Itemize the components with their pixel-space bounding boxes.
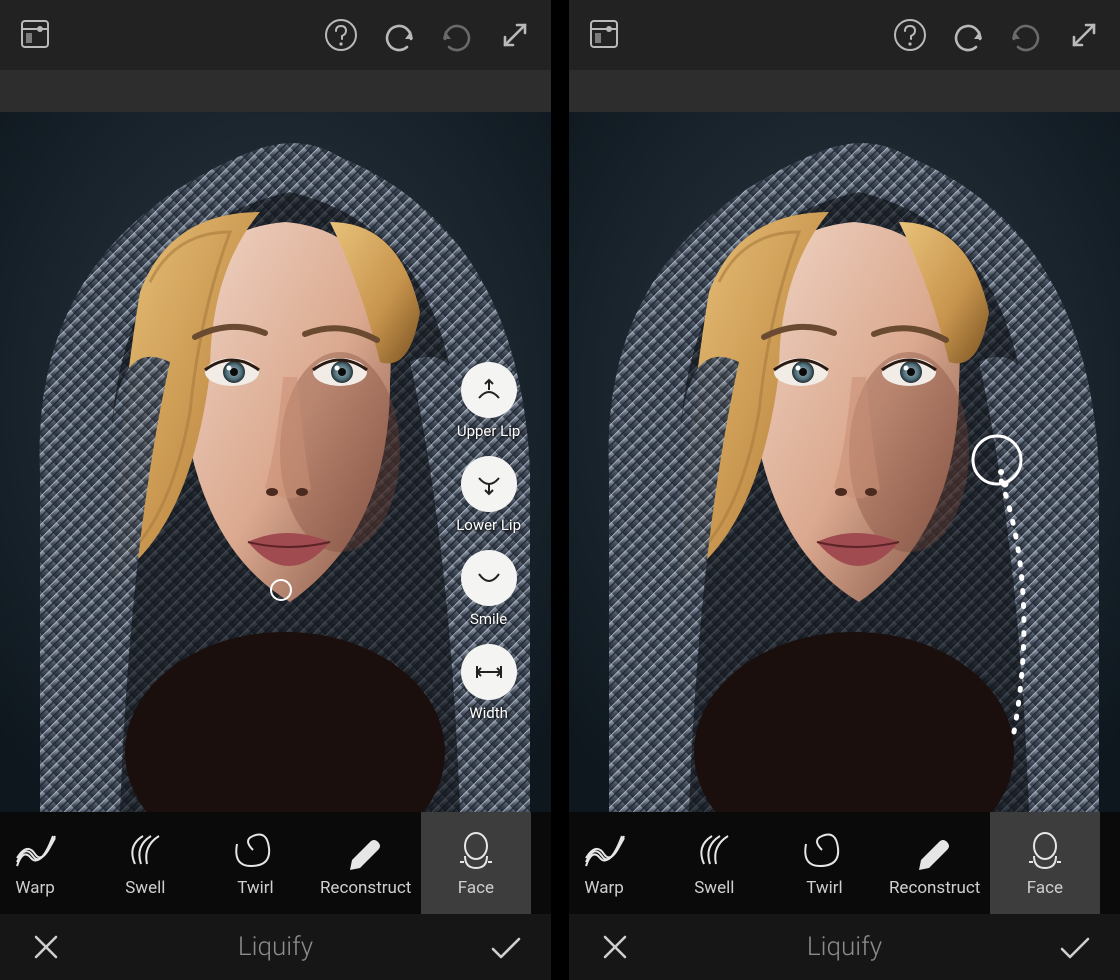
tool-label: Face <box>458 878 494 898</box>
tool-label: Reconstruct <box>889 878 980 898</box>
twirl-icon <box>802 828 846 872</box>
twirl-icon <box>233 828 277 872</box>
expand-icon[interactable] <box>1066 17 1102 53</box>
face-lip-flyout: Upper Lip Lower Lip Smile Width <box>456 362 521 722</box>
reconstruct-icon <box>344 828 388 872</box>
flyout-label: Lower Lip <box>456 516 521 534</box>
flyout-lower-lip[interactable]: Lower Lip <box>456 456 521 534</box>
upper-lip-icon <box>461 362 517 418</box>
confirm-icon[interactable] <box>1056 929 1092 965</box>
secondary-toolbar <box>0 70 551 112</box>
gesture-trail-icon <box>569 112 1120 812</box>
top-toolbar <box>569 0 1120 70</box>
tool-face[interactable]: Face <box>990 812 1100 914</box>
tool-warp[interactable]: Warp <box>0 812 90 914</box>
confirm-icon[interactable] <box>487 929 523 965</box>
flyout-label: Upper Lip <box>457 422 520 440</box>
redo-icon[interactable] <box>1008 17 1044 53</box>
redo-icon[interactable] <box>439 17 475 53</box>
face-icon <box>1023 828 1067 872</box>
tool-swell[interactable]: Swell <box>90 812 200 914</box>
undo-icon[interactable] <box>381 17 417 53</box>
swell-icon <box>123 828 167 872</box>
cancel-icon[interactable] <box>597 929 633 965</box>
width-icon <box>461 644 517 700</box>
warp-icon <box>582 828 626 872</box>
flyout-smile[interactable]: Smile <box>461 550 517 628</box>
help-icon[interactable] <box>323 17 359 53</box>
bottom-action-bar: Liquify <box>569 914 1120 980</box>
face-icon <box>454 828 498 872</box>
bottom-action-bar: Liquify <box>0 914 551 980</box>
tool-label: Reconstruct <box>320 878 411 898</box>
tool-face[interactable]: Face <box>421 812 531 914</box>
lower-lip-icon <box>461 456 517 512</box>
tool-warp[interactable]: Warp <box>569 812 659 914</box>
tool-reconstruct[interactable]: Reconstruct <box>311 812 421 914</box>
expand-icon[interactable] <box>497 17 533 53</box>
image-canvas[interactable] <box>569 112 1120 812</box>
help-icon[interactable] <box>892 17 928 53</box>
tool-label: Swell <box>125 878 165 898</box>
cancel-icon[interactable] <box>28 929 64 965</box>
tool-reconstruct[interactable]: Reconstruct <box>880 812 990 914</box>
top-toolbar <box>0 0 551 70</box>
tool-twirl[interactable]: Twirl <box>200 812 310 914</box>
editor-pane-left: Upper Lip Lower Lip Smile Width W <box>0 0 551 980</box>
tool-label: Warp <box>15 878 54 898</box>
liquify-tool-row: Warp Swell Twirl Reconstruct Face <box>0 812 551 914</box>
tool-label: Warp <box>584 878 623 898</box>
flyout-upper-lip[interactable]: Upper Lip <box>457 362 520 440</box>
tool-swell[interactable]: Swell <box>659 812 769 914</box>
mouth-marker-icon[interactable] <box>270 579 292 601</box>
image-canvas[interactable]: Upper Lip Lower Lip Smile Width <box>0 112 551 812</box>
flyout-label: Width <box>469 704 508 722</box>
undo-icon[interactable] <box>950 17 986 53</box>
editor-pane-right: Warp Swell Twirl Reconstruct Face Liquif… <box>569 0 1120 980</box>
smile-icon <box>461 550 517 606</box>
compare-icon[interactable] <box>18 17 54 53</box>
swell-icon <box>692 828 736 872</box>
warp-icon <box>13 828 57 872</box>
tool-label: Twirl <box>237 878 273 898</box>
screen-title: Liquify <box>238 932 313 962</box>
tool-label: Twirl <box>806 878 842 898</box>
liquify-tool-row: Warp Swell Twirl Reconstruct Face <box>569 812 1120 914</box>
screen-title: Liquify <box>807 932 882 962</box>
tool-twirl[interactable]: Twirl <box>769 812 879 914</box>
tool-label: Swell <box>694 878 734 898</box>
secondary-toolbar <box>569 70 1120 112</box>
flyout-width[interactable]: Width <box>461 644 517 722</box>
compare-icon[interactable] <box>587 17 623 53</box>
flyout-label: Smile <box>470 610 507 628</box>
tool-label: Face <box>1027 878 1063 898</box>
reconstruct-icon <box>913 828 957 872</box>
